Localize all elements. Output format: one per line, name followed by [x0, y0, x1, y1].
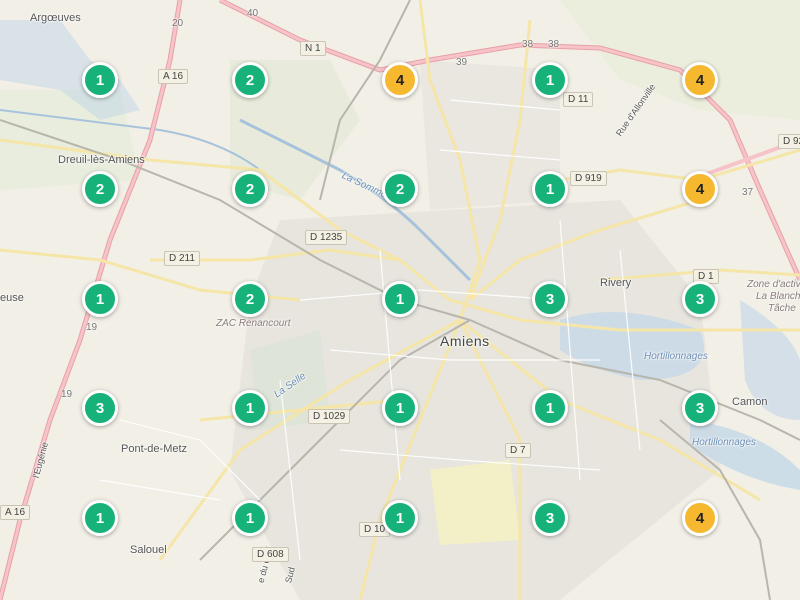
place-salouel: Salouel: [130, 544, 167, 556]
place-hortillonnages-1: Hortillonnages: [644, 351, 708, 362]
place-argoeuves: Argœuves: [30, 12, 81, 24]
cluster-marker[interactable]: 1: [532, 390, 568, 426]
place-euse: euse: [0, 292, 24, 304]
map-canvas[interactable]: Argœuves Dreuil-lès-Amiens Amiens Rivery…: [0, 0, 800, 600]
cluster-marker[interactable]: 1: [382, 500, 418, 536]
place-dreuil: Dreuil-lès-Amiens: [58, 154, 145, 166]
road-shield-d919: D 919: [570, 171, 607, 186]
cluster-marker[interactable]: 2: [232, 281, 268, 317]
cluster-marker[interactable]: 1: [532, 171, 568, 207]
cluster-marker[interactable]: 3: [532, 500, 568, 536]
road-shield-d1029: D 1029: [308, 409, 351, 424]
place-rivery: Rivery: [600, 277, 632, 289]
cluster-marker[interactable]: 3: [82, 390, 118, 426]
cluster-marker[interactable]: 2: [382, 171, 418, 207]
place-amiens: Amiens: [440, 333, 490, 349]
cluster-marker[interactable]: 2: [82, 171, 118, 207]
cluster-marker[interactable]: 1: [382, 390, 418, 426]
cluster-marker[interactable]: 4: [682, 171, 718, 207]
road-number-40: 40: [247, 8, 259, 19]
place-zone-2: La Blanche: [756, 291, 800, 302]
cluster-marker[interactable]: 1: [82, 281, 118, 317]
cluster-marker[interactable]: 3: [682, 390, 718, 426]
cluster-marker[interactable]: 3: [532, 281, 568, 317]
cluster-marker[interactable]: 2: [232, 171, 268, 207]
cluster-marker[interactable]: 1: [232, 500, 268, 536]
cluster-marker[interactable]: 1: [532, 62, 568, 98]
road-number-37: 37: [742, 187, 754, 198]
place-zac: ZAC Renancourt: [216, 318, 291, 329]
road-number-19a: 19: [86, 322, 98, 333]
road-shield-a16-bottom: A 16: [0, 505, 31, 520]
place-zone-1: Zone d'activ: [747, 279, 800, 290]
road-number-38b: 38: [548, 39, 560, 50]
road-shield-a16-top: A 16: [158, 69, 189, 84]
road-shield-d7: D 7: [505, 443, 531, 458]
cluster-marker[interactable]: 1: [232, 390, 268, 426]
place-pont-de-metz: Pont-de-Metz: [121, 443, 188, 455]
road-number-38a: 38: [522, 39, 534, 50]
place-hortillonnages-2: Hortillonnages: [692, 437, 756, 448]
cluster-marker[interactable]: 2: [232, 62, 268, 98]
place-camon: Camon: [732, 396, 768, 408]
cluster-marker[interactable]: 1: [82, 62, 118, 98]
road-number-19b: 19: [61, 389, 73, 400]
place-zone-3: Tâche: [768, 303, 796, 314]
road-number-39: 39: [456, 57, 468, 68]
cluster-marker[interactable]: 4: [682, 500, 718, 536]
cluster-marker[interactable]: 1: [382, 281, 418, 317]
road-number-20: 20: [172, 18, 184, 29]
road-shield-d11: D 11: [563, 92, 594, 107]
road-shield-d92: D 92: [778, 134, 800, 149]
road-shield-n1: N 1: [300, 41, 326, 56]
cluster-marker[interactable]: 4: [382, 62, 418, 98]
cluster-marker[interactable]: 3: [682, 281, 718, 317]
cluster-marker[interactable]: 1: [82, 500, 118, 536]
road-shield-d608: D 608: [252, 547, 289, 562]
cluster-marker[interactable]: 4: [682, 62, 718, 98]
road-shield-d211: D 211: [164, 251, 200, 266]
road-shield-d1235: D 1235: [305, 230, 348, 245]
